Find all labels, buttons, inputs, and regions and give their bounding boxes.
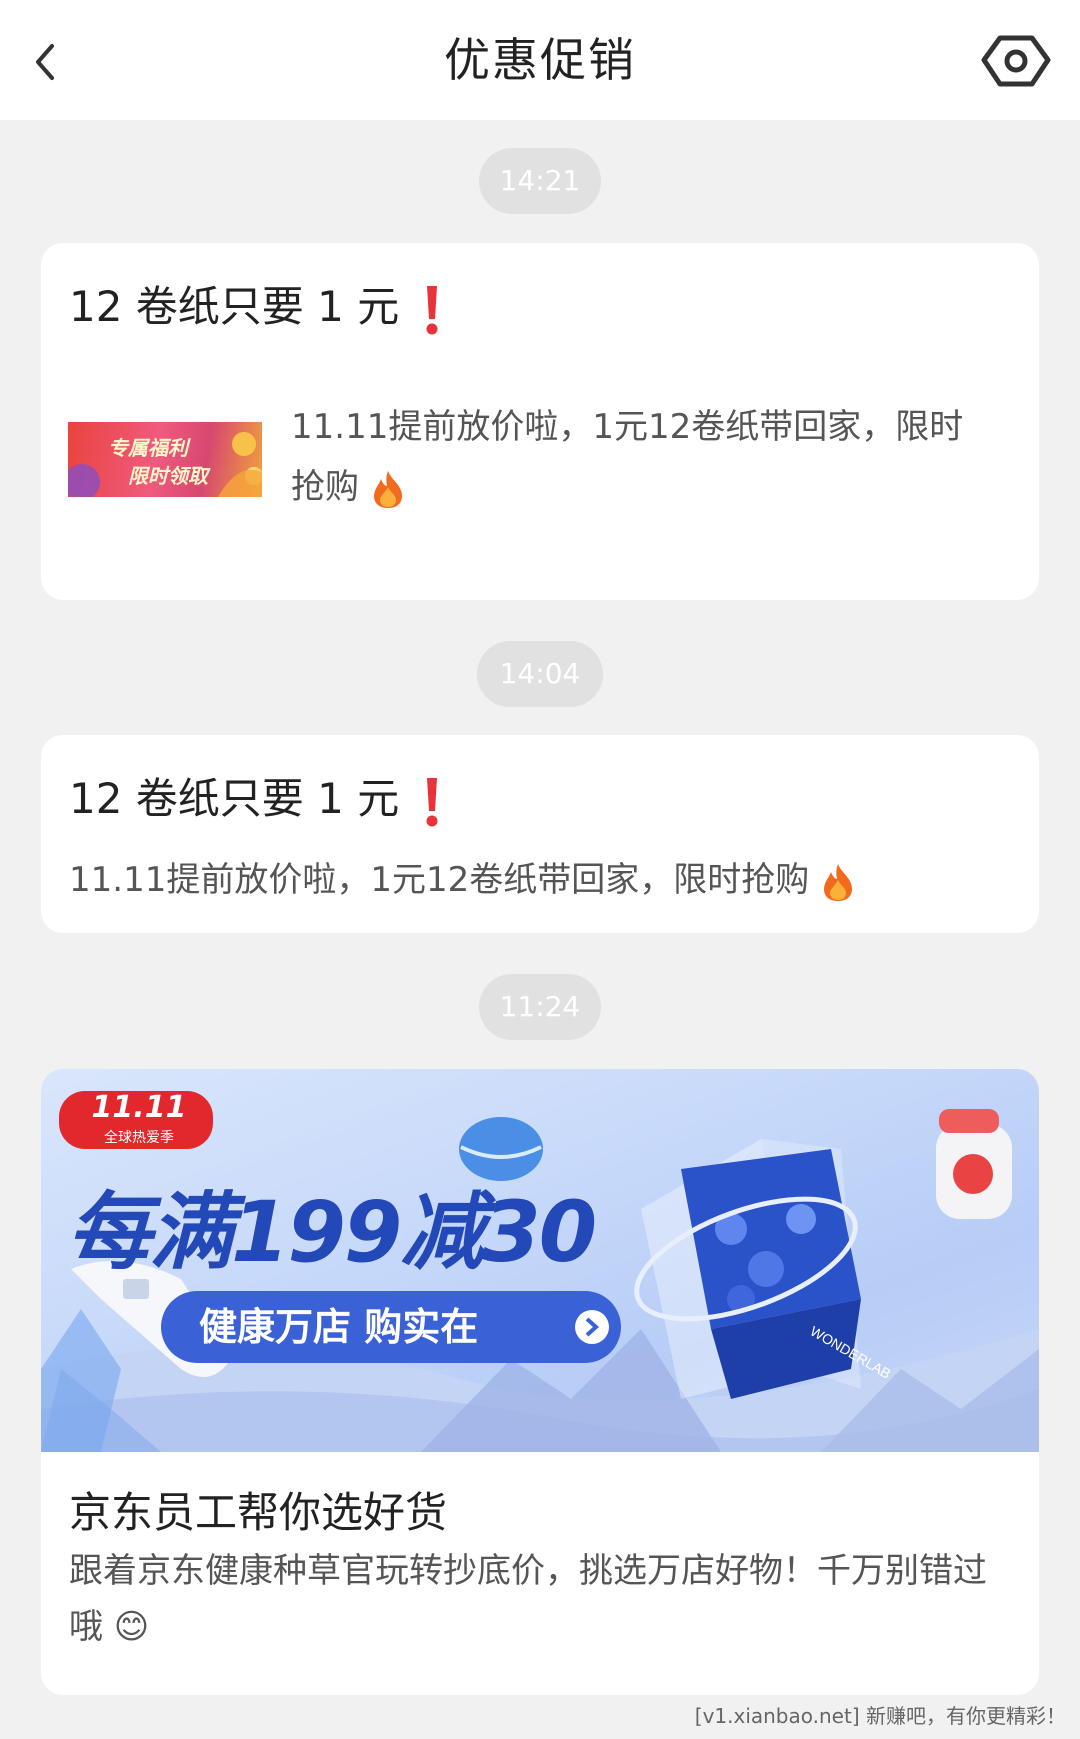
top-bar: 优惠促销 (0, 0, 1080, 120)
message-description: 11.11提前放价啦，1元12卷纸带回家，限时抢购 (291, 397, 981, 517)
page-title: 优惠促销 (444, 33, 636, 87)
message-title: 12 卷纸只要 1 元 (69, 273, 441, 337)
fire-icon (824, 863, 853, 901)
message-description-text: 11.11提前放价啦，1元12卷纸带回家，限时抢购 (69, 860, 810, 900)
timestamp-pill: 14:21 (479, 148, 601, 214)
banner-badge-subtitle: 全球热爱季 (104, 1130, 174, 1146)
fire-icon (373, 470, 402, 508)
banner-cta: 健康万店 购实在 (199, 1305, 479, 1349)
message-description: 跟着京东健康种草官玩转抄底价，挑选万店好物！千万别错过哦 😊 (69, 1551, 987, 1647)
hexagon-gear-icon (981, 35, 1051, 87)
message-title-text: 12 卷纸只要 1 元 (69, 282, 400, 331)
message-title: 12 卷纸只要 1 元 (69, 765, 441, 829)
banner-headline: 每满199减30 (67, 1183, 597, 1281)
settings-button[interactable] (976, 22, 1056, 98)
message-title: 京东员工帮你选好货 (69, 1488, 448, 1537)
watermark-text: [v1.xianbao.net] 新赚吧，有你更精彩！ (694, 1704, 1066, 1728)
promo-message-card[interactable]: 12 卷纸只要 1 元 专属福利 限时领取 11.11提前放价啦，1元12卷纸带… (41, 243, 1039, 600)
red-exclamation-icon (426, 285, 438, 334)
promo-thumbnail: 专属福利 限时领取 (68, 422, 262, 497)
message-title-text: 12 卷纸只要 1 元 (69, 774, 400, 823)
thumbnail-line1: 专属福利 (108, 436, 188, 460)
red-exclamation-icon (426, 777, 438, 826)
promo-message-card[interactable]: 12 卷纸只要 1 元 11.11提前放价啦，1元12卷纸带回家，限时抢购 (41, 735, 1039, 933)
timestamp-pill: 11:24 (479, 974, 601, 1040)
promo-message-card[interactable]: WONDERLAB 11.11 全球热爱季 每满199减30 健康万店 购实在 … (41, 1069, 1039, 1695)
thumbnail-line2: 限时领取 (128, 464, 208, 488)
message-description: 11.11提前放价啦，1元12卷纸带回家，限时抢购 (69, 850, 1019, 910)
banner-badge-1111: 11.11 (91, 1090, 187, 1125)
promo-banner-image[interactable]: WONDERLAB 11.11 全球热爱季 每满199减30 健康万店 购实在 (41, 1069, 1039, 1452)
timestamp-pill: 14:04 (477, 641, 603, 707)
